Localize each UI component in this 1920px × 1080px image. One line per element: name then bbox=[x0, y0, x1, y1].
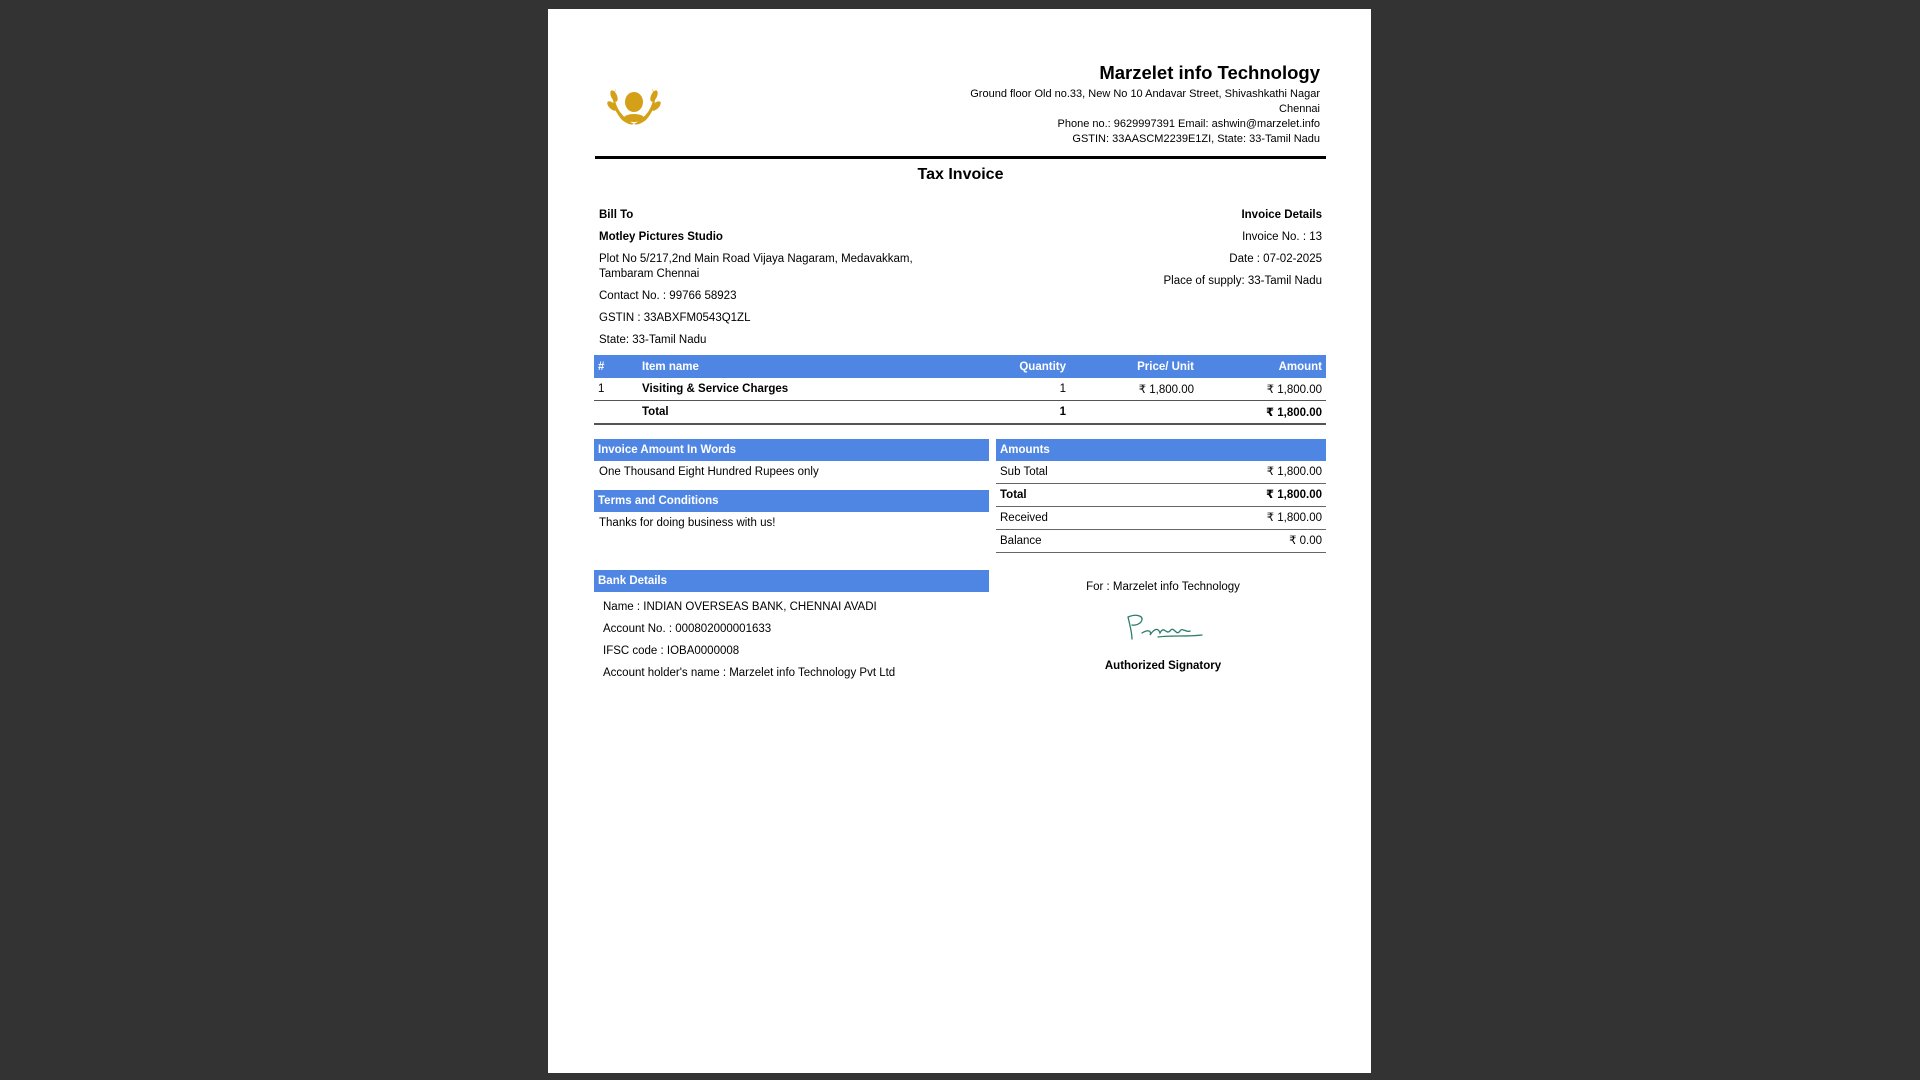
subtotal-label: Sub Total bbox=[1000, 466, 1048, 478]
laurel-logo-icon bbox=[607, 88, 661, 125]
balance-value: ₹ 0.00 bbox=[1289, 535, 1322, 547]
customer-state: State: 33-Tamil Nadu bbox=[599, 334, 707, 346]
company-name: Marzelet info Technology bbox=[1099, 62, 1320, 83]
authorized-signatory-label: Authorized Signatory bbox=[1104, 660, 1222, 672]
item-amount: ₹ 1,800.00 bbox=[1198, 378, 1326, 401]
signatory-for: For : Marzelet info Technology bbox=[1086, 581, 1240, 593]
company-info: Marzelet info Technology Ground floor Ol… bbox=[900, 61, 1320, 147]
company-contact: Phone no.: 9629997391 Email: ashwin@marz… bbox=[1057, 118, 1321, 130]
customer-name: Motley Pictures Studio bbox=[599, 231, 723, 243]
company-address-line1: Ground floor Old no.33, New No 10 Andava… bbox=[970, 88, 1320, 100]
total-row: Total ₹ 1,800.00 bbox=[996, 484, 1326, 507]
amount-words-text: One Thousand Eight Hundred Rupees only bbox=[599, 466, 819, 478]
invoice-details-heading: Invoice Details bbox=[1241, 209, 1322, 221]
signature-image bbox=[1118, 607, 1208, 647]
company-gstin: GSTIN: 33AASCM2239E1ZI, State: 33-Tamil … bbox=[1072, 133, 1320, 145]
table-total-row: Total 1 ₹ 1,800.00 bbox=[594, 400, 1326, 425]
invoice-page: Marzelet info Technology Ground floor Ol… bbox=[548, 9, 1371, 1073]
company-logo bbox=[604, 74, 664, 136]
subtotal-row: Sub Total ₹ 1,800.00 bbox=[996, 461, 1326, 484]
bill-to-section: Bill To Motley Pictures Studio Plot No 5… bbox=[599, 208, 929, 355]
total-value: ₹ 1,800.00 bbox=[1266, 489, 1322, 501]
bank-holder: Account holder's name : Marzelet info Te… bbox=[603, 667, 896, 679]
subtotal-value: ₹ 1,800.00 bbox=[1266, 466, 1322, 478]
terms-text: Thanks for doing business with us! bbox=[599, 517, 776, 529]
customer-contact: Contact No. : 99766 58923 bbox=[599, 290, 737, 302]
total-label: Total bbox=[1000, 489, 1027, 501]
invoice-title: Tax Invoice bbox=[917, 166, 1004, 183]
bank-name: Name : INDIAN OVERSEAS BANK, CHENNAI AVA… bbox=[603, 601, 877, 613]
received-label: Received bbox=[1000, 512, 1048, 524]
signature-icon bbox=[1127, 614, 1203, 640]
item-price: ₹ 1,800.00 bbox=[1070, 378, 1198, 401]
customer-gstin: GSTIN : 33ABXFM0543Q1ZL bbox=[599, 312, 751, 324]
total-spacer bbox=[594, 400, 638, 425]
total-label: Total bbox=[638, 400, 952, 425]
balance-row: Balance ₹ 0.00 bbox=[996, 530, 1326, 553]
amount-words-heading: Invoice Amount In Words bbox=[594, 439, 989, 461]
invoice-number: Invoice No. : 13 bbox=[1242, 231, 1322, 243]
balance-label: Balance bbox=[1000, 535, 1042, 547]
col-amount: Amount bbox=[1198, 355, 1326, 378]
item-number: 1 bbox=[594, 378, 638, 401]
items-table: # Item name Quantity Price/ Unit Amount … bbox=[594, 355, 1326, 425]
col-price-unit: Price/ Unit bbox=[1070, 355, 1198, 378]
customer-address: Plot No 5/217,2nd Main Road Vijaya Nagar… bbox=[599, 253, 913, 280]
amounts-heading: Amounts bbox=[996, 439, 1326, 461]
total-price-spacer bbox=[1070, 400, 1198, 425]
invoice-date: Date : 07-02-2025 bbox=[1229, 253, 1322, 265]
bank-details-heading: Bank Details bbox=[594, 570, 989, 592]
item-name: Visiting & Service Charges bbox=[638, 378, 952, 401]
place-of-supply: Place of supply: 33-Tamil Nadu bbox=[1163, 275, 1322, 287]
invoice-details-section: Invoice Details Invoice No. : 13 Date : … bbox=[1022, 208, 1322, 296]
total-amount: ₹ 1,800.00 bbox=[1198, 400, 1326, 425]
table-row: 1 Visiting & Service Charges 1 ₹ 1,800.0… bbox=[594, 378, 1326, 401]
signatory-section: For : Marzelet info Technology Authorize… bbox=[1018, 580, 1308, 674]
company-address-line2: Chennai bbox=[1279, 103, 1320, 115]
amounts-section: Amounts Sub Total ₹ 1,800.00 Total ₹ 1,8… bbox=[996, 439, 1326, 553]
bank-details: Name : INDIAN OVERSEAS BANK, CHENNAI AVA… bbox=[603, 600, 895, 688]
item-quantity: 1 bbox=[952, 378, 1070, 401]
received-value: ₹ 1,800.00 bbox=[1266, 512, 1322, 524]
received-row: Received ₹ 1,800.00 bbox=[996, 507, 1326, 530]
terms-heading: Terms and Conditions bbox=[594, 490, 989, 512]
total-quantity: 1 bbox=[952, 400, 1070, 425]
col-quantity: Quantity bbox=[952, 355, 1070, 378]
items-table-header: # Item name Quantity Price/ Unit Amount bbox=[594, 355, 1326, 378]
bank-ifsc: IFSC code : IOBA0000008 bbox=[603, 645, 740, 657]
bank-account: Account No. : 000802000001633 bbox=[603, 623, 772, 635]
bill-to-heading: Bill To bbox=[599, 209, 634, 221]
col-number: # bbox=[594, 355, 638, 378]
header-divider bbox=[595, 156, 1326, 159]
col-item-name: Item name bbox=[638, 355, 952, 378]
